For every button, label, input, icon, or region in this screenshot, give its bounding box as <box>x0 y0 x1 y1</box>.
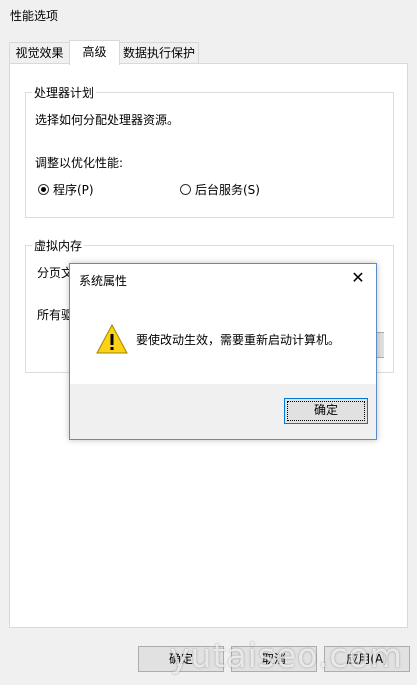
radio-background-services[interactable]: 后台服务(S) <box>180 181 260 198</box>
watermark-text: yutaiseo.com <box>170 636 403 675</box>
processor-description: 选择如何分配处理器资源。 <box>35 113 180 127</box>
dialog-ok-button[interactable]: 确定 <box>284 398 368 424</box>
virtual-memory-legend: 虚拟内存 <box>32 237 85 254</box>
close-icon[interactable]: ✕ <box>348 268 368 288</box>
processor-legend: 处理器计划 <box>32 84 97 101</box>
warning-icon <box>96 324 128 354</box>
paging-file-text: 分页文 <box>37 266 74 280</box>
tab-advanced[interactable]: 高级 <box>69 40 120 65</box>
dialog-title: 系统属性 <box>79 274 128 288</box>
radio-programs[interactable]: 程序(P) <box>38 181 94 198</box>
processor-group: 处理器计划 选择如何分配处理器资源。 调整以优化性能: 程序(P) 后台服务(S… <box>25 84 394 218</box>
system-properties-dialog: 系统属性 ✕ 要使改动生效，需要重新启动计算机。 确定 <box>69 263 377 440</box>
tab-visual-effects[interactable]: 视觉效果 <box>9 42 70 63</box>
radio-background-label: 后台服务(S) <box>195 183 260 197</box>
adjust-label: 调整以优化性能: <box>35 156 124 170</box>
dialog-message: 要使改动生效，需要重新启动计算机。 <box>136 333 341 347</box>
radio-programs-label: 程序(P) <box>53 183 94 197</box>
tab-dep[interactable]: 数据执行保护 <box>119 42 199 63</box>
window-title: 性能选项 <box>10 9 59 23</box>
radio-programs-indicator[interactable] <box>38 184 49 195</box>
radio-background-indicator[interactable] <box>180 184 191 195</box>
all-drives-text: 所有驱 <box>37 308 74 322</box>
